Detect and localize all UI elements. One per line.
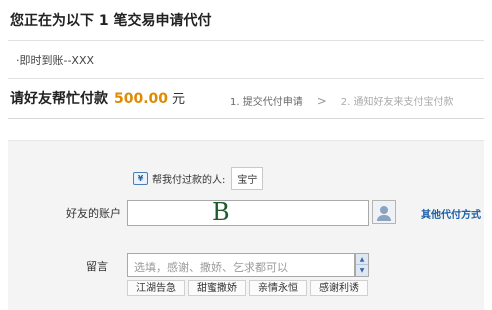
account-input[interactable]	[127, 200, 369, 226]
account-input-value: B	[212, 198, 230, 226]
contact-person-icon	[380, 206, 388, 214]
quick-phrases: 江湖告急 甜蜜撒娇 亲情永恒 感谢利诱	[127, 280, 371, 296]
page-title: 您正在为以下 1 笔交易申请代付	[10, 13, 212, 29]
other-method-link[interactable]: 其他代付方式	[421, 206, 481, 221]
progress-steps: 1. 提交代付申请 > 2. 通知好友来支付宝付款	[230, 93, 454, 109]
divider	[8, 40, 484, 41]
order-item: ·即时到账--XXX	[16, 54, 95, 67]
step-1: 1. 提交代付申请	[230, 97, 303, 108]
message-scrollbar[interactable]: ▲ ▼	[355, 253, 369, 277]
quick-phrase-button[interactable]: 亲情永恒	[249, 280, 307, 296]
payment-unit: 元	[172, 92, 186, 107]
payment-title: 请好友帮忙付款	[10, 91, 108, 107]
step-arrow-icon: >	[316, 93, 327, 108]
quick-phrase-button[interactable]: 甜蜜撒娇	[188, 280, 246, 296]
step-2: 2. 通知好友来支付宝付款	[340, 97, 454, 108]
contact-person-icon-body	[377, 215, 391, 221]
quick-phrase-button[interactable]: 感谢利诱	[310, 280, 368, 296]
message-textarea[interactable]: 选填，感谢、撒娇、乞求都可以	[127, 253, 355, 277]
helper-name-button[interactable]: 宝宁	[231, 166, 264, 190]
money-icon: ¥	[133, 171, 148, 185]
payment-summary: 请好友帮忙付款 500.00 元	[10, 88, 185, 112]
helper-label: 帮我付过款的人:	[152, 174, 226, 186]
scroll-up-icon[interactable]: ▲	[356, 254, 368, 265]
divider	[8, 78, 484, 79]
previous-helpers: ¥ 帮我付过款的人: 宝宁	[133, 166, 264, 190]
payment-amount: 500.00	[114, 91, 169, 107]
account-label: 好友的账户	[66, 207, 121, 220]
message-label: 留言	[86, 260, 108, 273]
contact-picker-button[interactable]	[372, 200, 396, 224]
scroll-down-icon[interactable]: ▼	[356, 265, 368, 276]
quick-phrase-button[interactable]: 江湖告急	[127, 280, 185, 296]
divider	[8, 118, 484, 119]
